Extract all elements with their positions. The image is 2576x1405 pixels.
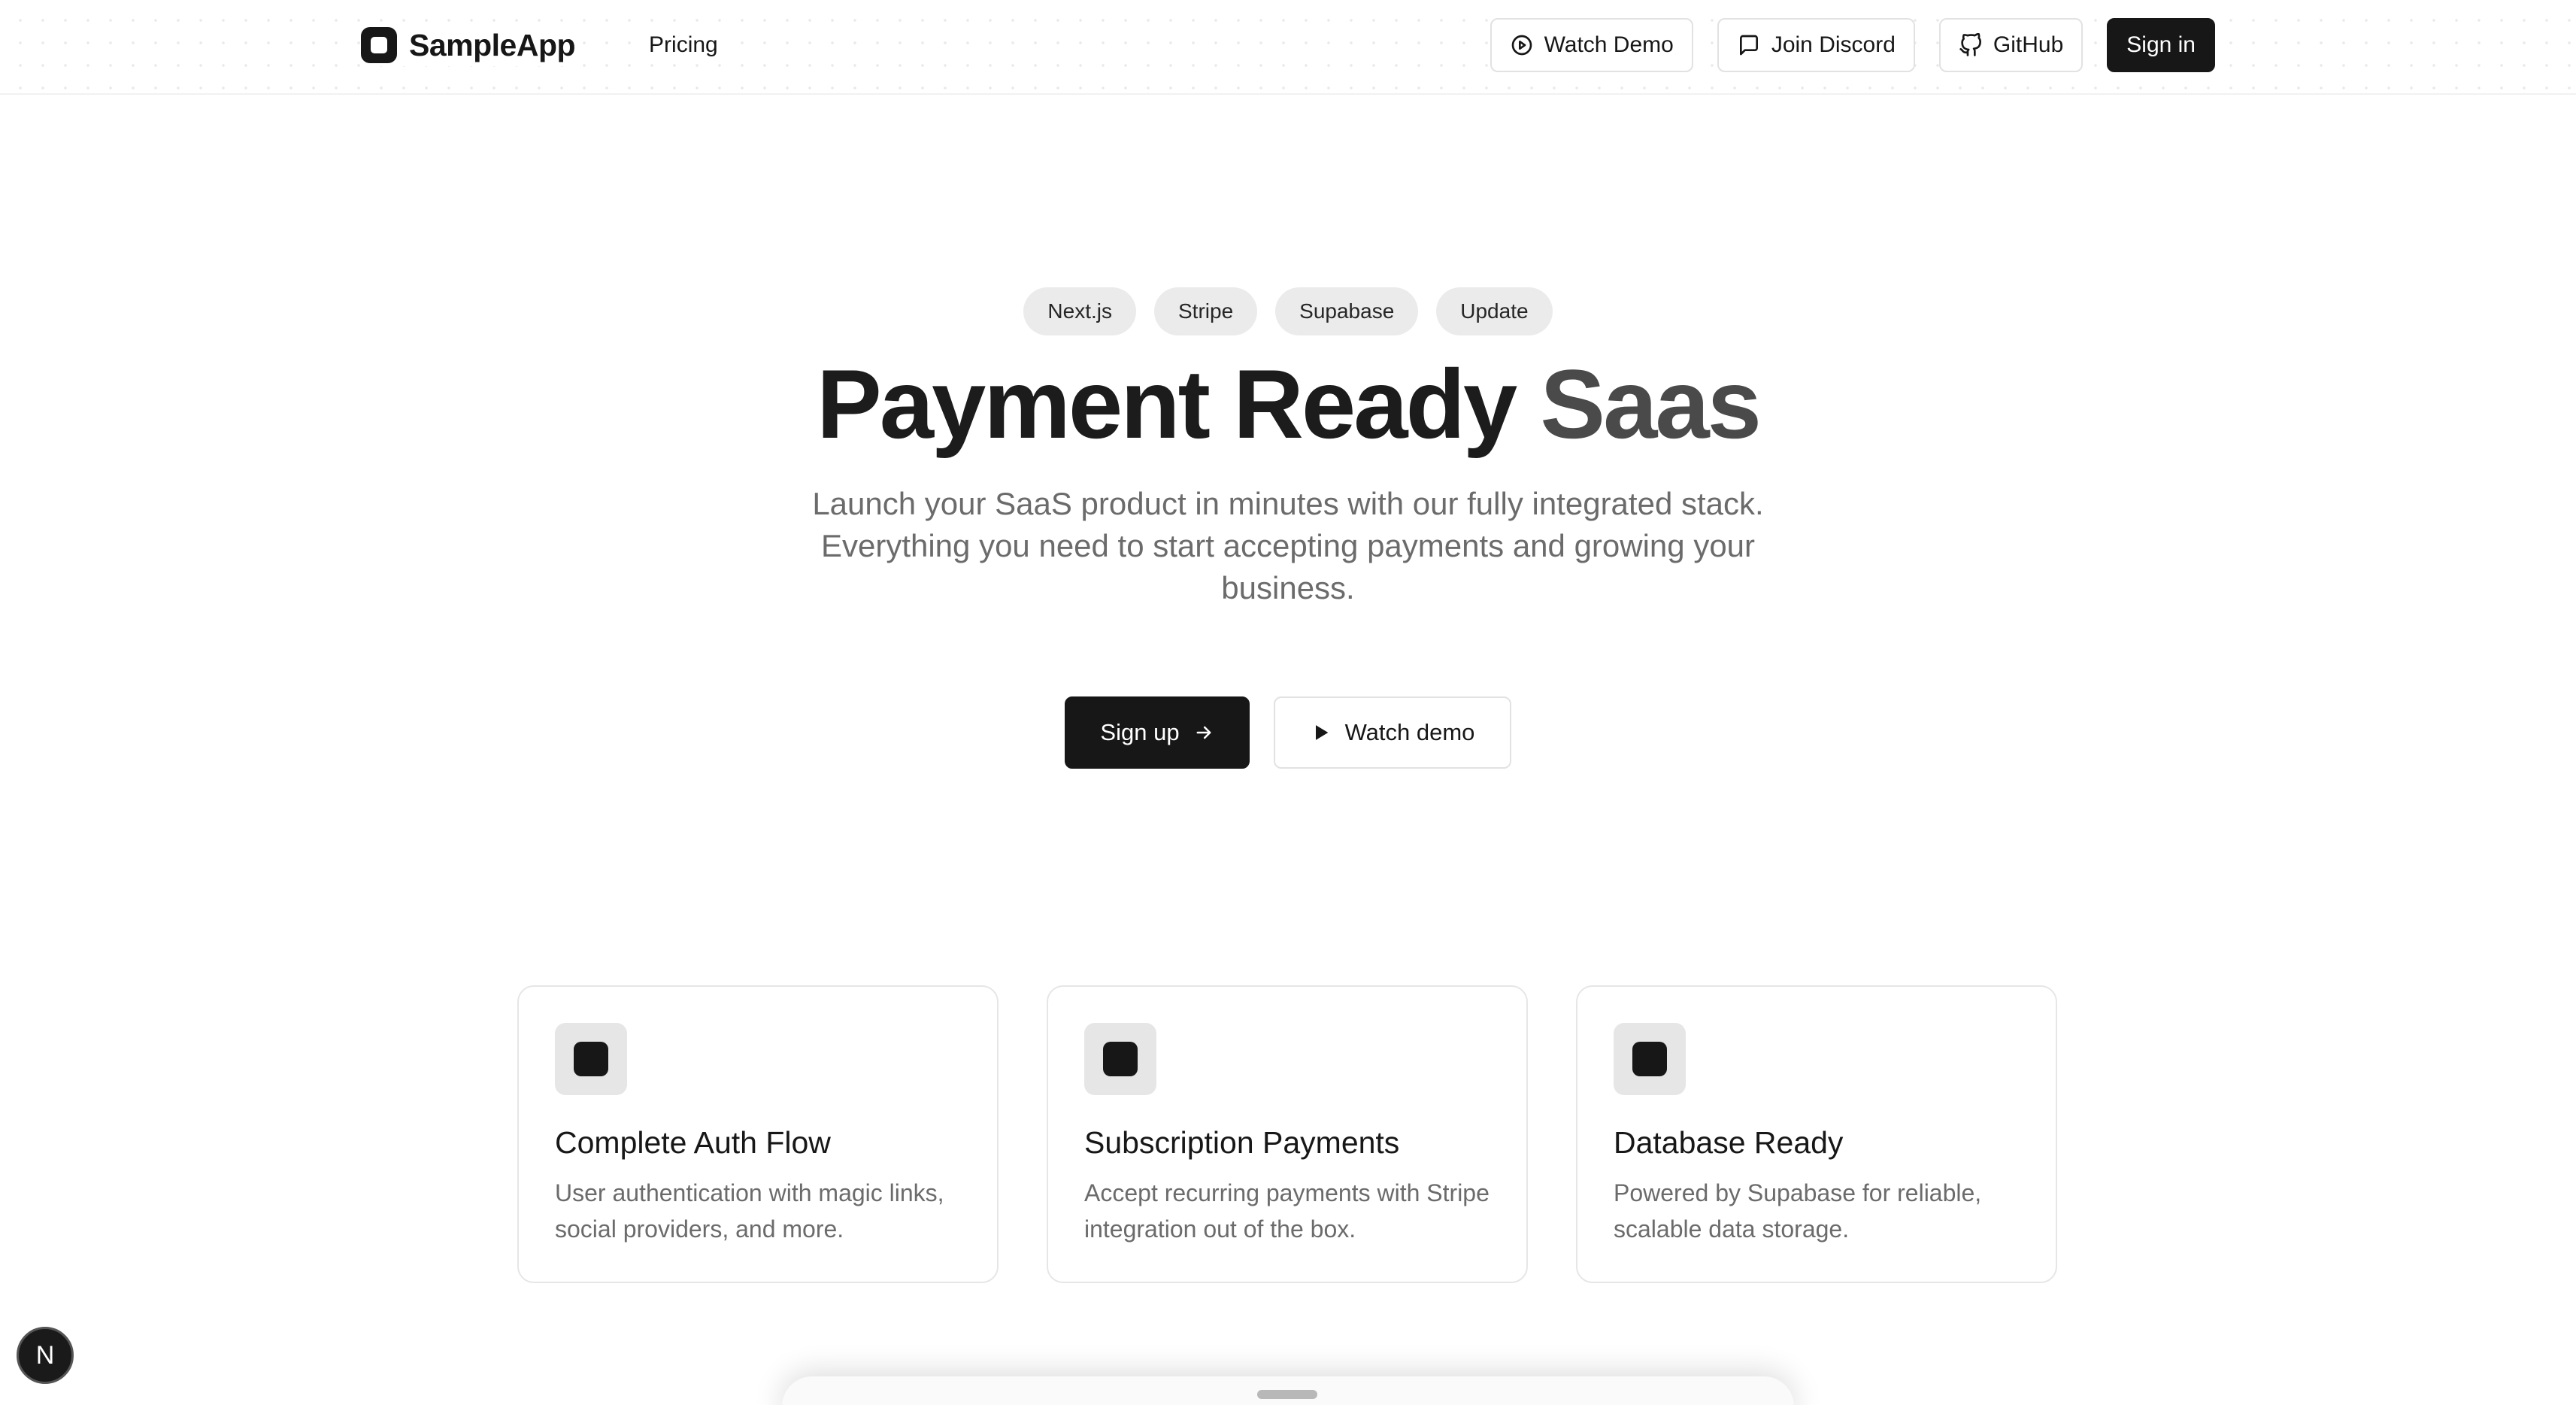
feature-card-database: Database Ready Powered by Supabase for r… xyxy=(1576,985,2057,1283)
drawer-drag-handle[interactable] xyxy=(1257,1390,1317,1399)
sign-up-button[interactable]: Sign up xyxy=(1065,696,1250,769)
tech-badges: Next.js Stripe Supabase Update xyxy=(0,287,2576,335)
arrow-right-icon xyxy=(1196,726,1211,739)
badge-update: Update xyxy=(1436,287,1553,335)
join-discord-button[interactable]: Join Discord xyxy=(1717,18,1915,72)
github-button[interactable]: GitHub xyxy=(1938,18,2084,72)
top-navbar: SampleApp Pricing Watch Demo Join Discor… xyxy=(0,0,2576,95)
brand-name: SampleApp xyxy=(409,27,576,62)
hero-title: Payment Ready Saas xyxy=(0,347,2576,460)
navbar-actions: Watch Demo Join Discord GitHub Sign in xyxy=(1490,18,2215,72)
feature-title: Complete Auth Flow xyxy=(555,1125,831,1160)
github-icon xyxy=(1959,33,1981,56)
brand-link[interactable]: SampleApp xyxy=(361,24,582,66)
nav-link-pricing[interactable]: Pricing xyxy=(644,29,723,61)
join-discord-label: Join Discord xyxy=(1771,32,1896,57)
play-circle-icon xyxy=(1511,35,1532,56)
feature-description: Powered by Supabase for reliable, scalab… xyxy=(1614,1179,1982,1243)
navbar-inner: SampleApp Pricing Watch Demo Join Discor… xyxy=(361,0,2215,90)
watch-demo-cta-button[interactable]: Watch demo xyxy=(1274,696,1511,769)
watch-demo-cta-label: Watch demo xyxy=(1344,719,1475,745)
feature-card-payments: Subscription Payments Accept recurring p… xyxy=(1047,985,1528,1283)
feature-cards: Complete Auth Flow User authentication w… xyxy=(517,985,2059,1283)
nextjs-dev-indicator-button[interactable]: N xyxy=(17,1327,74,1384)
hero-subtitle: Launch your SaaS product in minutes with… xyxy=(812,486,1764,605)
hero-cta-row: Sign up Watch demo xyxy=(0,696,2576,769)
watch-demo-label: Watch Demo xyxy=(1544,32,1674,57)
sign-up-label: Sign up xyxy=(1100,719,1180,745)
hero-title-part1: Payment Ready xyxy=(817,349,1517,459)
feature-title: Database Ready xyxy=(1614,1125,1844,1160)
square-icon xyxy=(1084,1023,1156,1095)
square-icon xyxy=(555,1023,627,1095)
sign-in-button[interactable]: Sign in xyxy=(2107,18,2215,72)
navbar-left: SampleApp Pricing xyxy=(361,24,723,66)
message-square-icon xyxy=(1739,35,1758,56)
github-label: GitHub xyxy=(1993,32,2064,57)
badge-supabase: Supabase xyxy=(1275,287,1419,335)
app-logo-icon xyxy=(361,27,397,63)
feature-description: User authentication with magic links, so… xyxy=(555,1179,944,1243)
square-icon xyxy=(1614,1023,1686,1095)
hero-title-part2: Saas xyxy=(1540,349,1762,459)
feature-title: Subscription Payments xyxy=(1084,1125,1400,1160)
feature-description: Accept recurring payments with Stripe in… xyxy=(1084,1179,1490,1243)
badge-nextjs: Next.js xyxy=(1023,287,1136,335)
feature-card-auth: Complete Auth Flow User authentication w… xyxy=(517,985,999,1283)
page: SampleApp Pricing Watch Demo Join Discor… xyxy=(0,0,2576,1405)
play-icon xyxy=(1315,725,1328,740)
badge-stripe: Stripe xyxy=(1154,287,1258,335)
watch-demo-button[interactable]: Watch Demo xyxy=(1490,18,1693,72)
